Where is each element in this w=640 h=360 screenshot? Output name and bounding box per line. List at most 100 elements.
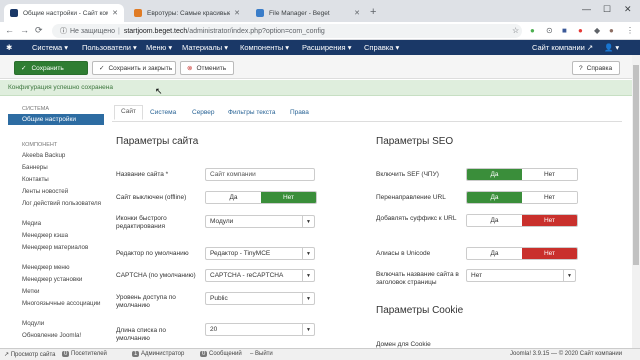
user-menu[interactable]: 👤 ▾ — [604, 43, 619, 52]
url-rewrite-no[interactable]: Нет — [522, 192, 577, 203]
close-tab-icon[interactable]: ✕ — [112, 9, 118, 17]
close-window-button[interactable]: ✕ — [624, 4, 632, 15]
sidebar-link[interactable]: Метки — [22, 288, 104, 295]
logout-label: Выйти — [255, 351, 273, 357]
preview-label: Просмотр сайта — [10, 352, 56, 358]
new-tab-button[interactable]: + — [370, 6, 376, 18]
tab-title: File Manager - Beget — [269, 9, 330, 17]
sidebar-link[interactable]: Менеджер меню — [22, 264, 104, 271]
sidebar-link[interactable]: Менеджер установки — [22, 276, 104, 283]
close-tab-icon[interactable]: ✕ — [234, 9, 240, 17]
url-rewrite-yes[interactable]: Да — [467, 192, 522, 203]
menu-extensions[interactable]: Расширения ▾ — [302, 43, 351, 52]
url-suffix-toggle[interactable]: Да Нет — [466, 214, 578, 227]
sef-toggle[interactable]: Да Нет — [466, 168, 578, 181]
access-level-select[interactable]: Public ▼ — [205, 292, 315, 305]
extension-icon[interactable]: ■ — [562, 26, 567, 35]
menu-system[interactable]: Система ▾ — [32, 43, 68, 52]
visitors-label: Посетителей — [71, 351, 107, 357]
profile-avatar[interactable]: ● — [609, 26, 614, 35]
menu-components[interactable]: Компоненты ▾ — [240, 43, 289, 52]
menu-content[interactable]: Материалы ▾ — [182, 43, 228, 52]
logout-link[interactable]: – Выйти — [250, 351, 273, 357]
visitors-count-badge: 0 — [62, 351, 70, 357]
star-icon[interactable]: ☆ — [512, 26, 519, 35]
sidebar-link[interactable]: Обновление Joomla! — [22, 332, 104, 339]
browser-tab-active[interactable]: Общие настройки - Сайт компании ✕ — [4, 4, 124, 22]
sidebar-link[interactable]: Ленты новостей — [22, 188, 104, 195]
admins-label: Администратор — [141, 351, 185, 357]
site-name-input[interactable]: Сайт компании — [205, 168, 315, 181]
help-button[interactable]: ? Справка — [572, 61, 620, 75]
maximize-button[interactable]: ☐ — [603, 4, 611, 15]
url-rewrite-toggle[interactable]: Да Нет — [466, 191, 578, 204]
menu-help[interactable]: Справка ▾ — [364, 43, 399, 52]
save-close-button[interactable]: ✓ Сохранить и закрыть — [92, 61, 176, 75]
list-length-select[interactable]: 20 ▼ — [205, 323, 315, 336]
browser-menu-icon[interactable]: ⋮ — [626, 26, 634, 35]
unicode-aliases-toggle[interactable]: Да Нет — [466, 247, 578, 260]
sidebar-link[interactable]: Лог действий пользователя — [22, 200, 104, 207]
offline-toggle[interactable]: Да Нет — [205, 191, 317, 204]
back-button[interactable]: ← — [5, 25, 14, 35]
tab-permissions[interactable]: Права — [284, 107, 315, 122]
tab-server[interactable]: Сервер — [186, 107, 221, 122]
save-button[interactable]: ✓ Сохранить — [14, 61, 88, 75]
chevron-down-icon: ▼ — [302, 248, 314, 259]
sidebar-item-global-config[interactable]: Общие настройки — [8, 114, 104, 125]
quick-icons-select[interactable]: Модули ▼ — [205, 215, 315, 228]
sidebar-link[interactable]: Менеджер материалов — [22, 244, 104, 251]
tab-text-filters[interactable]: Фильтры текста — [222, 107, 282, 122]
sidebar-link[interactable]: Баннеры — [22, 164, 104, 171]
unicode-aliases-no[interactable]: Нет — [522, 248, 577, 259]
offline-no[interactable]: Нет — [261, 192, 316, 203]
sidebar-link[interactable]: Контакты — [22, 176, 104, 183]
tab-system[interactable]: Система — [144, 107, 182, 122]
close-tab-icon[interactable]: ✕ — [354, 9, 360, 17]
url-path: /administrator/index.php?option=com_conf… — [187, 27, 325, 35]
sidebar-link[interactable]: Akeeba Backup — [22, 152, 104, 159]
sidebar-link[interactable]: Модули — [22, 320, 104, 327]
reload-button[interactable]: ⟳ — [35, 25, 43, 36]
url-host: startjoom.beget.tech — [123, 27, 188, 35]
tab-site[interactable]: Сайт — [114, 105, 143, 120]
menu-users[interactable]: Пользователи ▾ — [82, 43, 137, 52]
extension-icon[interactable]: ● — [530, 26, 535, 35]
offline-label: Сайт выключен (offline) — [116, 194, 187, 201]
messages-status: 0 Сообщений — [200, 351, 242, 357]
scrollbar-thumb[interactable] — [633, 65, 639, 265]
scrollbar[interactable] — [632, 55, 640, 348]
site-link[interactable]: Сайт компании ↗ — [532, 43, 593, 52]
browser-tab[interactable]: File Manager - Beget ✕ — [250, 4, 366, 22]
help-label: Справка — [586, 64, 613, 72]
cancel-button[interactable]: ⊗ Отменить — [180, 61, 234, 75]
extension-icon[interactable]: ◆ — [594, 26, 600, 35]
sidebar-link[interactable]: Медиа — [22, 220, 104, 227]
url-field[interactable]: ⓘ Не защищено | startjoom.beget.tech /ad… — [52, 24, 522, 38]
joomla-logo-icon[interactable]: ✱ — [6, 43, 12, 52]
extension-icon[interactable]: ● — [578, 26, 583, 35]
unicode-aliases-yes[interactable]: Да — [467, 248, 522, 259]
chevron-down-icon: ▼ — [563, 270, 575, 281]
url-suffix-yes[interactable]: Да — [467, 215, 522, 226]
preview-site-link[interactable]: ↗ Просмотр сайта — [4, 351, 55, 358]
browser-tab[interactable]: Евротуры: Самые красивые места! ✕ — [128, 4, 246, 22]
sidebar-link[interactable]: Многоязычные ассоциации — [22, 300, 104, 307]
default-editor-select[interactable]: Редактор - TinyMCE ▼ — [205, 247, 315, 260]
offline-yes[interactable]: Да — [206, 192, 261, 203]
url-separator: | — [118, 27, 120, 35]
captcha-select[interactable]: CAPTCHA - reCAPTCHA ▼ — [205, 269, 315, 282]
site-params-heading: Параметры сайта — [116, 136, 199, 147]
extension-icon[interactable]: ⊙ — [546, 26, 553, 35]
menu-menus[interactable]: Меню ▾ — [146, 43, 172, 52]
cancel-icon: ⊗ — [187, 65, 193, 72]
url-suffix-no[interactable]: Нет — [522, 215, 577, 226]
save-label: Сохранить — [31, 64, 64, 72]
minimize-button[interactable]: — — [582, 4, 591, 14]
sidebar-link[interactable]: Менеджер кэша — [22, 232, 104, 239]
joomla-favicon-icon — [10, 9, 18, 17]
sef-yes[interactable]: Да — [467, 169, 522, 180]
sitename-in-title-select[interactable]: Нет ▼ — [466, 269, 576, 282]
forward-button[interactable]: → — [20, 25, 29, 35]
sef-no[interactable]: Нет — [522, 169, 577, 180]
